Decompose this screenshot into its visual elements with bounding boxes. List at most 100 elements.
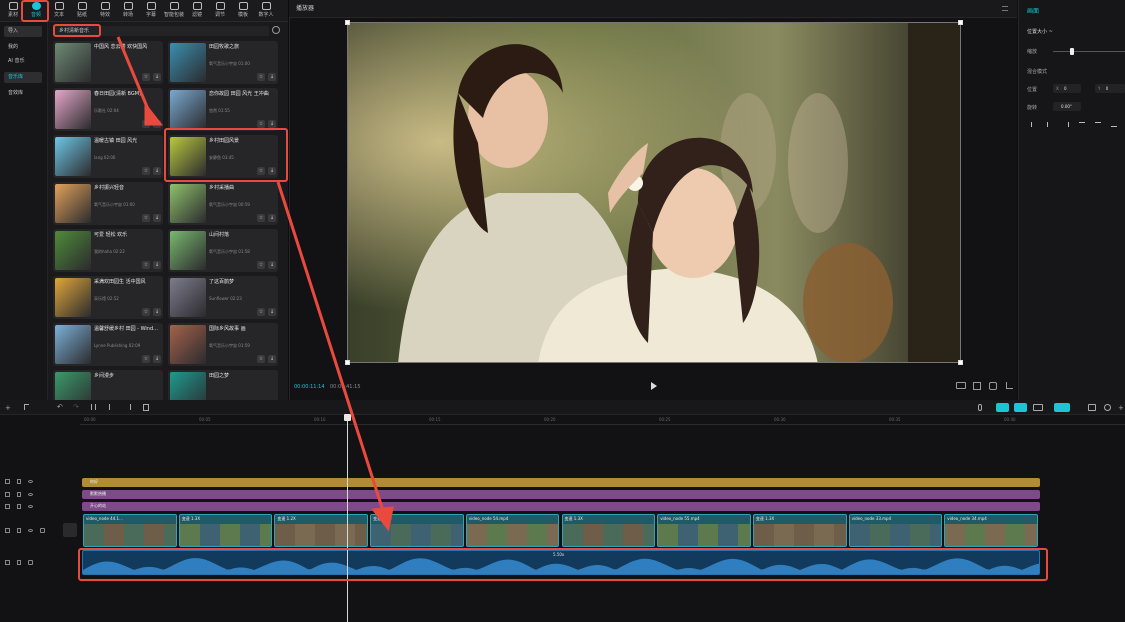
music-card[interactable]: 田园牧歌之旅 氧气音乐小宇宙 01:00 ☆ ↓: [168, 41, 278, 84]
favorite-icon[interactable]: ☆: [142, 120, 150, 128]
music-card[interactable]: 春日田园(清新 BGM) 乐歌社 02:04 ☆ ↓: [53, 88, 163, 131]
music-card[interactable]: 温暖古镇 田园 风光 lang 02:06 ☆ ↓: [53, 135, 163, 178]
video-clip[interactable]: video_node 55.mp4: [657, 514, 751, 547]
music-card[interactable]: 乡间漫步: [53, 370, 163, 401]
sidebar-item-1[interactable]: 我的: [4, 42, 42, 53]
music-card[interactable]: 田园之梦: [168, 370, 278, 401]
favorite-icon[interactable]: ☆: [142, 167, 150, 175]
visibility-icon[interactable]: [5, 560, 10, 565]
rotation-input[interactable]: 0.00°: [1053, 102, 1081, 111]
download-icon[interactable]: ↓: [153, 120, 161, 128]
eye-icon[interactable]: [28, 505, 33, 508]
play-icon[interactable]: [651, 382, 657, 390]
music-card[interactable]: 采满欢田园生 活中国风 采乐馆 02:52 ☆ ↓: [53, 276, 163, 319]
tool-template[interactable]: 模板: [233, 1, 253, 21]
tool-transition[interactable]: 转场: [118, 1, 138, 21]
position-size-section[interactable]: 位置大小 ~: [1027, 28, 1053, 35]
preview-axis-icon[interactable]: [1033, 404, 1043, 411]
tool-media[interactable]: 素材: [3, 1, 23, 21]
favorite-icon[interactable]: ☆: [257, 73, 265, 81]
search-icon[interactable]: [272, 26, 280, 34]
download-icon[interactable]: ↓: [268, 308, 276, 316]
menu-icon[interactable]: [1002, 6, 1008, 11]
split-left-icon[interactable]: [109, 404, 114, 410]
scale-slider-thumb[interactable]: [1070, 48, 1074, 55]
zoom-icon[interactable]: [1054, 403, 1070, 412]
linkage-icon[interactable]: [1014, 403, 1027, 412]
favorite-icon[interactable]: ☆: [142, 73, 150, 81]
visibility-icon[interactable]: [5, 479, 10, 484]
lock-icon[interactable]: [17, 560, 21, 565]
tool-avatar[interactable]: 数字人: [256, 1, 276, 21]
music-card[interactable]: 山间村落 氧气音乐小宇宙 01:58 ☆ ↓: [168, 229, 278, 272]
music-card[interactable]: 乡村采播曲 氧气音乐小宇宙 00:59 ☆ ↓: [168, 182, 278, 225]
download-icon[interactable]: ↓: [153, 308, 161, 316]
align-left-icon[interactable]: [1031, 122, 1037, 127]
tool-sticker[interactable]: 贴纸: [72, 1, 92, 21]
split-right-icon[interactable]: [126, 404, 131, 410]
visibility-icon[interactable]: [5, 492, 10, 497]
video-clip[interactable]: video_node 44.1...: [83, 514, 177, 547]
music-card[interactable]: 恋你故园 田园 风光 王冲曲 悠然 01:55 ☆ ↓: [168, 88, 278, 131]
sidebar-item-3[interactable]: 音乐库: [4, 72, 42, 83]
undo-icon[interactable]: ↶: [57, 403, 63, 411]
add-track-icon[interactable]: +: [5, 404, 11, 412]
tool-smart-pack[interactable]: 智能包装: [164, 1, 184, 21]
download-icon[interactable]: ↓: [153, 167, 161, 175]
select-tool-icon[interactable]: [24, 404, 29, 410]
tool-adjust[interactable]: 调节: [210, 1, 230, 21]
video-clip[interactable]: video_node 33.mp4: [848, 514, 943, 547]
video-clip[interactable]: 变速 1.2X: [274, 514, 369, 547]
video-resize-handle[interactable]: [958, 20, 963, 25]
favorite-icon[interactable]: ☆: [257, 120, 265, 128]
download-icon[interactable]: ↓: [153, 214, 161, 222]
favorite-icon[interactable]: ☆: [257, 308, 265, 316]
redo-icon[interactable]: ↷: [73, 403, 79, 411]
delete-icon[interactable]: [143, 404, 149, 411]
tool-filter[interactable]: 滤镜: [187, 1, 207, 21]
text-track-clip[interactable]: 你好: [82, 478, 1040, 487]
crop-icon[interactable]: [973, 382, 981, 390]
music-card[interactable]: 温馨舒缓乡村 田园 - Wind... Lynne Publishing 02:0…: [53, 323, 163, 366]
download-icon[interactable]: ↓: [153, 73, 161, 81]
track-header-effect-1[interactable]: [0, 490, 60, 502]
music-card[interactable]: 中国风 恋云楼 欢快国风 ☆ ↓: [53, 41, 163, 84]
video-resize-handle[interactable]: [958, 360, 963, 365]
timeline-ruler[interactable]: [80, 424, 1125, 425]
favorite-icon[interactable]: ☆: [257, 214, 265, 222]
scale-slider[interactable]: [1053, 48, 1125, 55]
align-top-icon[interactable]: [1079, 122, 1085, 127]
eye-icon[interactable]: [28, 493, 33, 496]
fit-icon[interactable]: [989, 382, 997, 390]
video-clip[interactable]: 变速 1.3X: [370, 514, 464, 547]
lock-icon[interactable]: [17, 528, 21, 533]
position-y-input[interactable]: Y 0: [1095, 84, 1125, 93]
track-header-text[interactable]: [0, 477, 60, 489]
comment-icon[interactable]: [1088, 404, 1096, 411]
music-card[interactable]: 了这百鹊梦 Sunflower 02:23 ☆ ↓: [168, 276, 278, 319]
download-icon[interactable]: ↓: [153, 261, 161, 269]
download-icon[interactable]: ↓: [153, 355, 161, 363]
split-icon[interactable]: [91, 404, 96, 410]
download-icon[interactable]: ↓: [268, 214, 276, 222]
video-clip[interactable]: video_node 34.mp4: [944, 514, 1038, 547]
audio-mute-icon[interactable]: [28, 560, 33, 565]
video-clip[interactable]: 变速 1.3X: [178, 514, 273, 547]
visibility-icon[interactable]: [5, 504, 10, 509]
track-header-video[interactable]: [0, 523, 77, 541]
sidebar-item-0[interactable]: 导入: [4, 26, 42, 37]
zoom-out-icon[interactable]: [1104, 404, 1111, 411]
cover-button[interactable]: [63, 523, 77, 537]
zoom-in-icon[interactable]: +: [1118, 404, 1124, 412]
effect-clip-1[interactable]: 默默热播: [82, 490, 1040, 499]
eye-icon[interactable]: [28, 529, 33, 532]
favorite-icon[interactable]: ☆: [142, 308, 150, 316]
download-icon[interactable]: ↓: [268, 355, 276, 363]
ratio-button[interactable]: [956, 382, 966, 389]
fullscreen-icon[interactable]: [1006, 382, 1013, 389]
position-x-input[interactable]: X 0: [1053, 84, 1081, 93]
audio-mute-icon[interactable]: [40, 528, 45, 533]
tool-caption[interactable]: 字幕: [141, 1, 161, 21]
record-icon[interactable]: [978, 404, 982, 411]
video-clip[interactable]: 变速 1.3X: [561, 514, 656, 547]
